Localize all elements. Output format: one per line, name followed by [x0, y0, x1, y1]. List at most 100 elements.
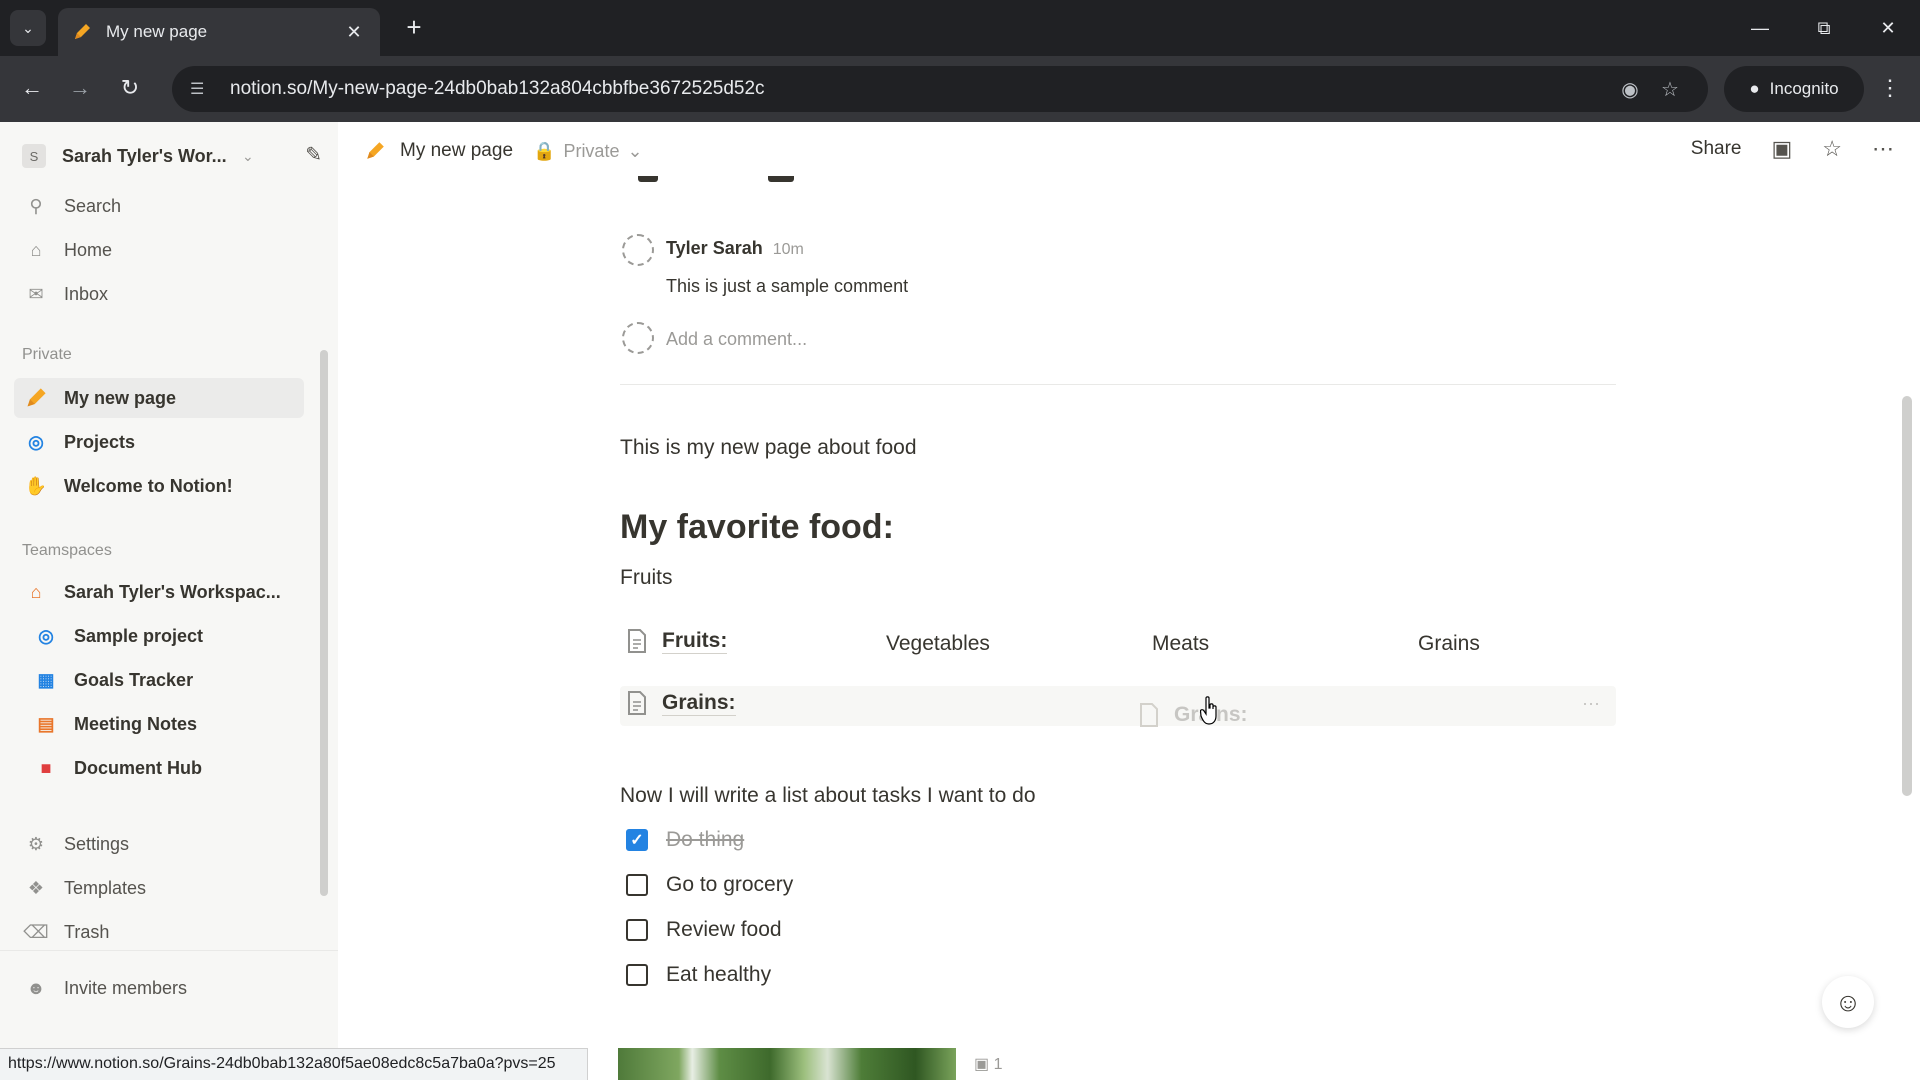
- minimize-button[interactable]: —: [1730, 0, 1790, 56]
- tab-search-button[interactable]: ⌄: [10, 10, 46, 46]
- page-scrollbar[interactable]: [1902, 396, 1912, 796]
- back-button[interactable]: ←: [12, 68, 52, 108]
- comment-time: 10m: [772, 241, 804, 258]
- todo-label[interactable]: Go to grocery: [666, 873, 793, 897]
- section-label-private: Private: [22, 346, 72, 363]
- sidebar-item-trash[interactable]: ⌫ Trash: [14, 912, 304, 952]
- sidebar-item-label: Projects: [64, 431, 136, 452]
- eye-off-icon[interactable]: ◉: [1610, 77, 1650, 102]
- share-button[interactable]: Share: [1691, 138, 1742, 160]
- drop-target-row: [620, 686, 1616, 726]
- reload-button[interactable]: ↻: [110, 68, 150, 108]
- todo-item: Review food: [626, 918, 782, 942]
- avatar: [622, 322, 654, 354]
- sidebar-item-welcome[interactable]: ✋ Welcome to Notion!: [14, 466, 304, 506]
- checkbox[interactable]: [626, 964, 648, 986]
- trash-icon: ⌫: [23, 921, 49, 942]
- pencil-icon: [367, 142, 384, 159]
- column-meats[interactable]: Meats: [1152, 632, 1209, 656]
- page-link-grains[interactable]: Grains:: [626, 690, 736, 716]
- todo-label[interactable]: Review food: [666, 918, 782, 942]
- sidebar-item-projects[interactable]: ◎ Projects: [14, 422, 304, 462]
- sidebar-item-label: Home: [64, 239, 113, 260]
- add-comment-input[interactable]: Add a comment...: [666, 329, 807, 350]
- incognito-indicator[interactable]: ● Incognito: [1724, 66, 1864, 112]
- checkbox[interactable]: [626, 874, 648, 896]
- sidebar-item-goals-tracker[interactable]: ▦ Goals Tracker: [24, 660, 314, 700]
- browser-menu-button[interactable]: ⋮: [1872, 68, 1908, 108]
- site-info-icon[interactable]: ☰: [190, 79, 220, 99]
- column-grains[interactable]: Grains: [1418, 632, 1480, 656]
- url-text[interactable]: notion.so/My-new-page-24db0bab132a804cbb…: [230, 78, 1610, 100]
- page-title: My new page: [400, 140, 514, 161]
- address-bar[interactable]: ☰ notion.so/My-new-page-24db0bab132a804c…: [172, 66, 1708, 112]
- more-icon[interactable]: ⋯: [1872, 136, 1894, 162]
- new-page-icon[interactable]: ✎: [305, 142, 322, 167]
- page-link-label: Fruits:: [662, 628, 728, 654]
- sidebar-divider: [0, 950, 338, 951]
- sidebar-item-my-new-page[interactable]: My new page: [14, 378, 304, 418]
- todo-item: Eat healthy: [626, 963, 771, 987]
- projects-icon: ◎: [28, 431, 44, 452]
- todo-label[interactable]: Do thing: [666, 828, 744, 852]
- sidebar-item-label: Trash: [64, 921, 110, 942]
- list-intro-paragraph[interactable]: Now I will write a list about tasks I wa…: [620, 784, 1036, 808]
- page-icon: [1140, 703, 1158, 727]
- home-icon: ⌂: [30, 239, 42, 260]
- comment-author[interactable]: Tyler Sarah: [666, 238, 763, 259]
- sidebar-item-settings[interactable]: ⚙ Settings: [14, 824, 304, 864]
- page-title-fragment: [638, 176, 818, 190]
- browser-tab[interactable]: My new page ✕: [58, 8, 380, 56]
- workspace-switcher[interactable]: S Sarah Tyler's Wor... ⌄ ✎: [22, 138, 322, 174]
- checkbox-checked[interactable]: ✓: [626, 829, 648, 851]
- chevron-down-icon: ⌄: [627, 140, 643, 161]
- tab-title: My new page: [106, 22, 208, 41]
- sidebar-item-search[interactable]: ⚲ Search: [14, 186, 304, 226]
- restore-button[interactable]: ⧉: [1794, 0, 1854, 56]
- column-vegetables[interactable]: Vegetables: [886, 632, 990, 656]
- image-comment-count[interactable]: ▣ 1: [974, 1054, 1002, 1074]
- todo-label[interactable]: Eat healthy: [666, 963, 771, 987]
- workspace-name: Sarah Tyler's Wor...: [62, 145, 227, 166]
- templates-icon: ❖: [27, 877, 45, 898]
- privacy-menu[interactable]: 🔒 Private ⌄: [533, 141, 643, 162]
- image-block[interactable]: [618, 1048, 956, 1080]
- new-tab-button[interactable]: +: [398, 12, 430, 44]
- sidebar-item-document-hub[interactable]: ■ Document Hub: [24, 748, 314, 788]
- intro-paragraph[interactable]: This is my new page about food: [620, 436, 917, 460]
- sidebar-item-label: Document Hub: [74, 757, 202, 778]
- page-content: Tyler Sarah 10m This is just a sample co…: [338, 176, 1898, 1080]
- ai-assistant-button[interactable]: ☺: [1822, 976, 1874, 1028]
- page-topbar: My new page 🔒 Private ⌄ Share ▣ ☆ ⋯: [338, 122, 1920, 184]
- heading-favorite-food[interactable]: My favorite food:: [620, 508, 894, 547]
- invite-members-button[interactable]: ☻ Invite members: [14, 968, 304, 1008]
- fruits-paragraph[interactable]: Fruits: [620, 566, 673, 590]
- favorite-star-icon[interactable]: ☆: [1822, 136, 1842, 162]
- forward-button[interactable]: →: [60, 68, 100, 108]
- todo-item: ✓ Do thing: [626, 828, 744, 852]
- sidebar-item-label: Sarah Tyler's Workspac...: [64, 581, 281, 602]
- calendar-icon: ▤: [37, 713, 55, 734]
- block-menu-icon[interactable]: ⋯: [1582, 694, 1600, 715]
- sidebar-item-teamspace[interactable]: ⌂ Sarah Tyler's Workspac...: [14, 572, 304, 612]
- close-window-button[interactable]: ✕: [1858, 0, 1918, 56]
- ai-face-icon: ☺: [1834, 986, 1862, 1017]
- hand-cursor-icon: [1200, 696, 1217, 725]
- sidebar-item-home[interactable]: ⌂ Home: [14, 230, 304, 270]
- page-link-label: Grains:: [662, 690, 736, 716]
- sidebar-item-inbox[interactable]: ✉ Inbox: [14, 274, 304, 314]
- page-link-fruits[interactable]: Fruits:: [626, 628, 728, 654]
- tab-close-icon[interactable]: ✕: [342, 22, 366, 43]
- sidebar-item-sample-project[interactable]: ◎ Sample project: [24, 616, 314, 656]
- sidebar-item-label: Search: [64, 195, 122, 216]
- breadcrumb[interactable]: My new page 🔒 Private ⌄: [364, 140, 643, 162]
- comments-icon[interactable]: ▣: [1771, 136, 1792, 162]
- comment-count: 1: [993, 1056, 1003, 1073]
- sidebar-item-meeting-notes[interactable]: ▤ Meeting Notes: [24, 704, 314, 744]
- pencil-icon: [75, 24, 90, 39]
- bookmark-star-icon[interactable]: ☆: [1650, 77, 1690, 102]
- sidebar-scrollbar[interactable]: [320, 350, 328, 896]
- sidebar-item-templates[interactable]: ❖ Templates: [14, 868, 304, 908]
- checkbox[interactable]: [626, 919, 648, 941]
- page-actions: Share ▣ ☆ ⋯: [1691, 136, 1894, 162]
